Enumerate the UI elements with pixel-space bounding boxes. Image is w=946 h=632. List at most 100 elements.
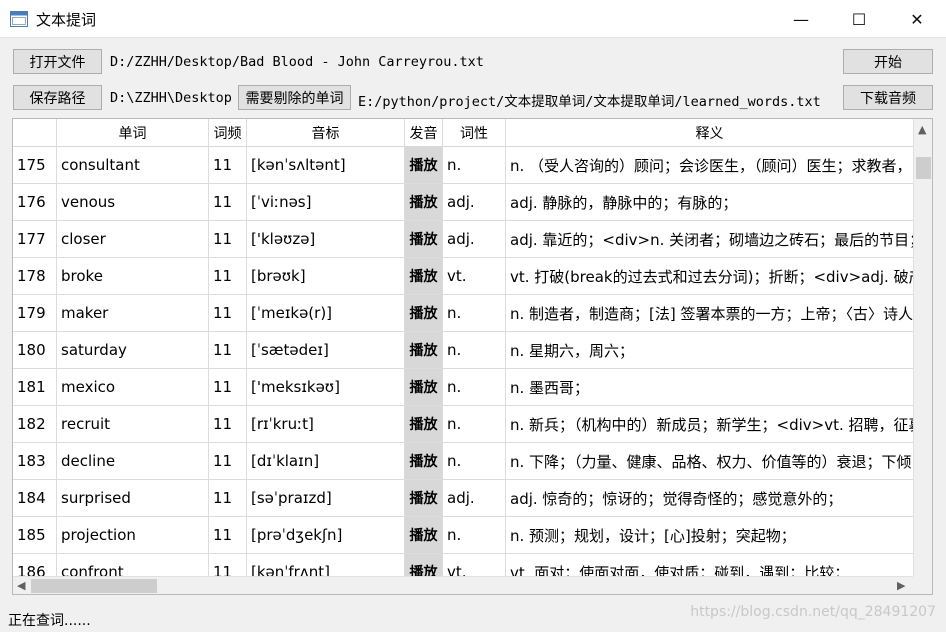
- word-cell[interactable]: decline: [57, 443, 209, 479]
- vertical-scrollbar[interactable]: ▲: [913, 119, 932, 577]
- frequency-cell[interactable]: 11: [209, 295, 247, 331]
- definition-cell[interactable]: adj. 静脉的，静脉中的；有脉的；: [506, 184, 913, 220]
- table-row[interactable]: 175 consultant 11 [kənˈsʌltənt] 播放 n. n.…: [13, 147, 913, 184]
- phonetic-cell[interactable]: [kənˈfrʌnt]: [247, 554, 405, 577]
- frequency-cell[interactable]: 11: [209, 480, 247, 516]
- frequency-cell[interactable]: 11: [209, 406, 247, 442]
- maximize-button[interactable]: ☐: [830, 0, 888, 38]
- frequency-cell[interactable]: 11: [209, 184, 247, 220]
- word-cell[interactable]: venous: [57, 184, 209, 220]
- pos-cell[interactable]: vt.: [443, 258, 506, 294]
- word-cell[interactable]: consultant: [57, 147, 209, 183]
- table-row[interactable]: 184 surprised 11 [səˈpraɪzd] 播放 adj. adj…: [13, 480, 913, 517]
- table-row[interactable]: 179 maker 11 [ˈmeɪkə(r)] 播放 n. n. 制造者，制造…: [13, 295, 913, 332]
- word-cell[interactable]: recruit: [57, 406, 209, 442]
- play-button[interactable]: 播放: [405, 554, 443, 577]
- horizontal-scroll-thumb[interactable]: [31, 579, 157, 593]
- close-button[interactable]: ✕: [888, 0, 946, 38]
- play-button[interactable]: 播放: [405, 443, 443, 479]
- table-row[interactable]: 177 closer 11 ['kləʊzə] 播放 adj. adj. 靠近的…: [13, 221, 913, 258]
- scroll-right-icon[interactable]: ▶: [897, 579, 905, 592]
- word-cell[interactable]: mexico: [57, 369, 209, 405]
- phonetic-cell[interactable]: [ˈmeɪkə(r)]: [247, 295, 405, 331]
- header-word[interactable]: 单词: [57, 119, 209, 147]
- horizontal-scrollbar[interactable]: ◀ ▶: [13, 576, 913, 594]
- definition-cell[interactable]: n. 制造者，制造商；[法] 签署本票的一方；上帝；〈古〉诗人: [506, 295, 913, 331]
- open-file-button[interactable]: 打开文件: [13, 49, 102, 74]
- pos-cell[interactable]: n.: [443, 147, 506, 183]
- definition-cell[interactable]: n. 星期六，周六；: [506, 332, 913, 368]
- frequency-cell[interactable]: 11: [209, 147, 247, 183]
- definition-cell[interactable]: vt. 打破(break的过去式和过去分词)；折断；<div>adj. 破产: [506, 258, 913, 294]
- definition-cell[interactable]: vt. 面对；使面对面，使对质；碰到，遇到；比较；: [506, 554, 913, 578]
- word-cell[interactable]: confront: [57, 554, 209, 577]
- header-pronunciation[interactable]: 发音: [405, 119, 443, 147]
- phonetic-cell[interactable]: [kənˈsʌltənt]: [247, 147, 405, 183]
- table-row[interactable]: 185 projection 11 [prəˈdʒekʃn] 播放 n. n. …: [13, 517, 913, 554]
- exclude-words-button[interactable]: 需要剔除的单词: [238, 85, 351, 110]
- scroll-left-icon[interactable]: ◀: [17, 579, 25, 592]
- phonetic-cell[interactable]: [səˈpraɪzd]: [247, 480, 405, 516]
- frequency-cell[interactable]: 11: [209, 221, 247, 257]
- header-frequency[interactable]: 词频: [209, 119, 247, 147]
- word-cell[interactable]: projection: [57, 517, 209, 553]
- definition-cell[interactable]: adj. 惊奇的；惊讶的；觉得奇怪的；感觉意外的；: [506, 480, 913, 516]
- play-button[interactable]: 播放: [405, 480, 443, 516]
- pos-cell[interactable]: n.: [443, 332, 506, 368]
- table-row[interactable]: 180 saturday 11 [ˈsætədeɪ] 播放 n. n. 星期六，…: [13, 332, 913, 369]
- definition-cell[interactable]: n. 下降；（力量、健康、品格、权力、价值等的）衰退；下倾: [506, 443, 913, 479]
- pos-cell[interactable]: n.: [443, 443, 506, 479]
- play-button[interactable]: 播放: [405, 184, 443, 220]
- pos-cell[interactable]: adj.: [443, 184, 506, 220]
- download-audio-button[interactable]: 下载音频: [843, 85, 933, 110]
- table-row[interactable]: 182 recruit 11 [rɪˈkruːt] 播放 n. n. 新兵；（机…: [13, 406, 913, 443]
- table-row[interactable]: 181 mexico 11 ['meksɪkəʊ] 播放 n. n. 墨西哥；: [13, 369, 913, 406]
- pos-cell[interactable]: n.: [443, 517, 506, 553]
- definition-cell[interactable]: n. 墨西哥；: [506, 369, 913, 405]
- start-button[interactable]: 开始: [843, 49, 933, 74]
- scroll-up-icon[interactable]: ▲: [918, 123, 926, 136]
- frequency-cell[interactable]: 11: [209, 554, 247, 577]
- frequency-cell[interactable]: 11: [209, 369, 247, 405]
- phonetic-cell[interactable]: [dɪˈklaɪn]: [247, 443, 405, 479]
- pos-cell[interactable]: adj.: [443, 221, 506, 257]
- frequency-cell[interactable]: 11: [209, 332, 247, 368]
- pos-cell[interactable]: n.: [443, 406, 506, 442]
- phonetic-cell[interactable]: [brəʊk]: [247, 258, 405, 294]
- save-path-button[interactable]: 保存路径: [13, 85, 102, 110]
- word-cell[interactable]: broke: [57, 258, 209, 294]
- phonetic-cell[interactable]: [ˈsætədeɪ]: [247, 332, 405, 368]
- word-cell[interactable]: saturday: [57, 332, 209, 368]
- pos-cell[interactable]: n.: [443, 369, 506, 405]
- play-button[interactable]: 播放: [405, 221, 443, 257]
- frequency-cell[interactable]: 11: [209, 443, 247, 479]
- minimize-button[interactable]: —: [772, 0, 830, 38]
- vertical-scroll-thumb[interactable]: [916, 157, 931, 179]
- table-row[interactable]: 186 confront 11 [kənˈfrʌnt] 播放 vt. vt. 面…: [13, 554, 913, 577]
- phonetic-cell[interactable]: ['kləʊzə]: [247, 221, 405, 257]
- definition-cell[interactable]: n. 预测；规划，设计；[心]投射；突起物；: [506, 517, 913, 553]
- table-row[interactable]: 176 venous 11 [ˈviːnəs] 播放 adj. adj. 静脉的…: [13, 184, 913, 221]
- play-button[interactable]: 播放: [405, 332, 443, 368]
- frequency-cell[interactable]: 11: [209, 517, 247, 553]
- play-button[interactable]: 播放: [405, 406, 443, 442]
- definition-cell[interactable]: n. （受人咨询的）顾问；会诊医生，（顾问）医生；求教者，: [506, 147, 913, 183]
- word-table[interactable]: 单词 词频 音标 发音 词性 释义 175 consultant 11 [kən…: [12, 118, 933, 595]
- header-part-of-speech[interactable]: 词性: [443, 119, 506, 147]
- word-cell[interactable]: maker: [57, 295, 209, 331]
- pos-cell[interactable]: vt.: [443, 554, 506, 577]
- definition-cell[interactable]: n. 新兵；（机构中的）新成员；新学生；<div>vt. 招聘，征募: [506, 406, 913, 442]
- play-button[interactable]: 播放: [405, 369, 443, 405]
- word-cell[interactable]: surprised: [57, 480, 209, 516]
- play-button[interactable]: 播放: [405, 517, 443, 553]
- pos-cell[interactable]: adj.: [443, 480, 506, 516]
- phonetic-cell[interactable]: [ˈviːnəs]: [247, 184, 405, 220]
- phonetic-cell[interactable]: ['meksɪkəʊ]: [247, 369, 405, 405]
- word-cell[interactable]: closer: [57, 221, 209, 257]
- phonetic-cell[interactable]: [prəˈdʒekʃn]: [247, 517, 405, 553]
- pos-cell[interactable]: n.: [443, 295, 506, 331]
- header-definition[interactable]: 释义: [506, 119, 913, 147]
- play-button[interactable]: 播放: [405, 295, 443, 331]
- table-row[interactable]: 178 broke 11 [brəʊk] 播放 vt. vt. 打破(break…: [13, 258, 913, 295]
- phonetic-cell[interactable]: [rɪˈkruːt]: [247, 406, 405, 442]
